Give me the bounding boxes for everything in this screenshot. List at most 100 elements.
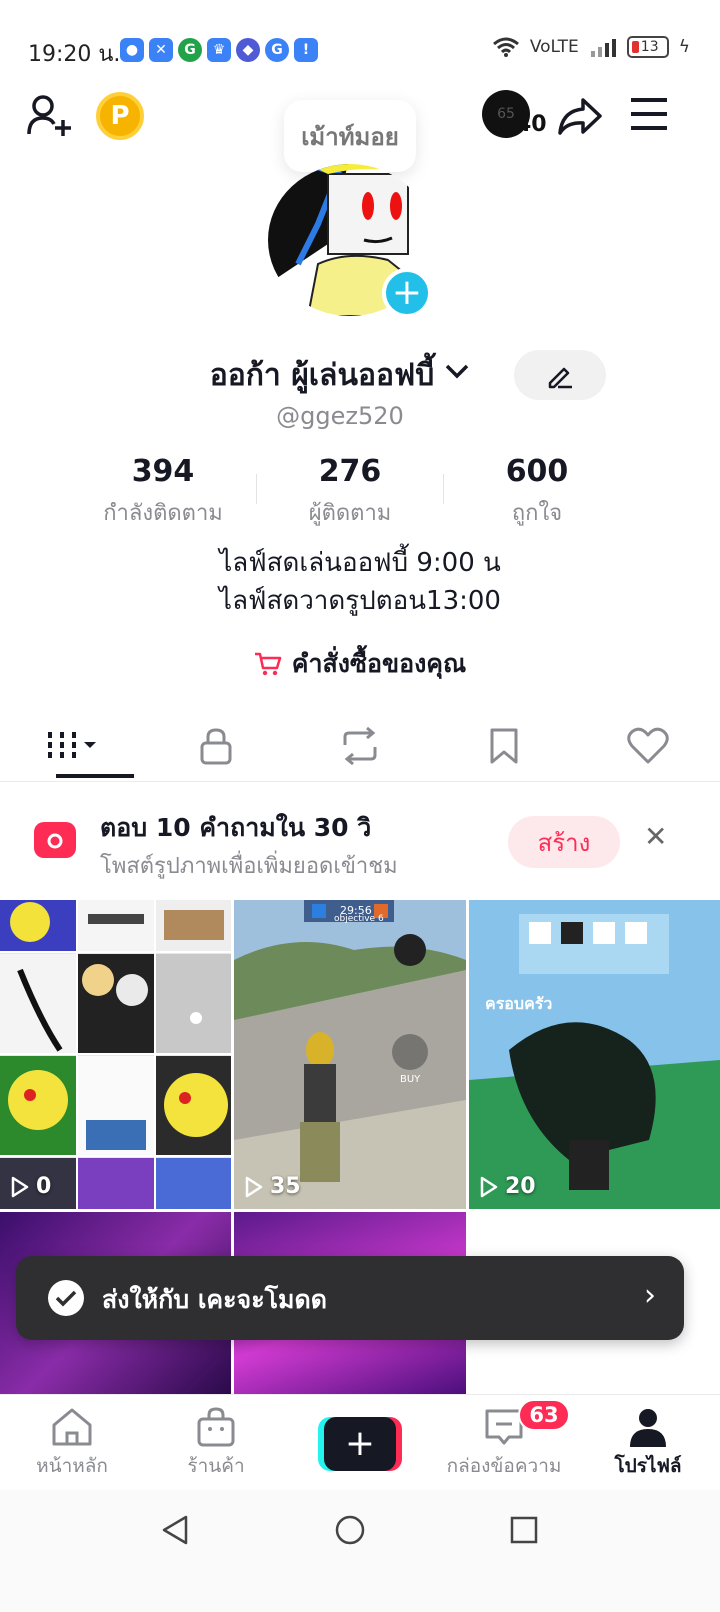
notification-icons: ● ✕ G ♛ ◆ G ! bbox=[120, 38, 318, 62]
repost-icon bbox=[343, 726, 377, 765]
visitor-count: 40 bbox=[516, 112, 547, 137]
play-icon bbox=[480, 1176, 498, 1197]
nav-create[interactable]: + bbox=[288, 1395, 432, 1490]
tab-favorites[interactable] bbox=[432, 710, 576, 781]
view-count-value: 20 bbox=[505, 1174, 536, 1199]
roblox-thumbnail-image bbox=[469, 900, 720, 1209]
display-name: ออก้า ผู้เล่นออฟบี้ bbox=[209, 358, 435, 393]
thumbnail-overlay-text: ครอบครัว bbox=[485, 994, 553, 1013]
profile-bio[interactable]: ไลฟ์สดเล่นออฟบี้ 9:00 น ไลฟ์สดวาดรูปตอน1… bbox=[0, 544, 720, 620]
check-circle-icon bbox=[48, 1280, 84, 1316]
close-icon[interactable]: ✕ bbox=[644, 820, 667, 853]
grid-icon bbox=[48, 731, 96, 760]
google-icon: G bbox=[265, 38, 289, 62]
cart-icon bbox=[254, 652, 282, 676]
home-circle-icon[interactable] bbox=[334, 1514, 366, 1546]
wifi-icon bbox=[492, 37, 519, 57]
menu-button[interactable] bbox=[628, 94, 670, 134]
view-count: 0 bbox=[10, 1174, 51, 1199]
video-thumbnail[interactable]: 29:56 objective 6 BUY 35 bbox=[234, 900, 466, 1209]
stat-label: ถูกใจ bbox=[511, 501, 563, 526]
home-icon bbox=[52, 1408, 92, 1446]
pencil-icon bbox=[548, 367, 572, 389]
nav-shop[interactable]: ร้านค้า bbox=[144, 1395, 288, 1490]
status-bar: 19:20 น. ● ✕ G ♛ ◆ G ! VoLTE 13 ϟ bbox=[0, 0, 720, 80]
video-thumbnail[interactable]: 0 bbox=[0, 900, 231, 1209]
tab-videos[interactable] bbox=[0, 710, 144, 781]
add-story-button[interactable]: + bbox=[382, 268, 432, 318]
photo-challenge-banner[interactable]: ตอบ 10 คำถามใน 30 วิ โพสต์รูปภาพเพื่อเพิ… bbox=[0, 800, 720, 896]
camera-icon bbox=[34, 822, 76, 858]
status-right: VoLTE 13 ϟ bbox=[492, 36, 690, 58]
create-post-button[interactable]: + bbox=[318, 1417, 402, 1471]
coin-button[interactable]: P bbox=[96, 92, 144, 140]
heart-icon bbox=[627, 727, 669, 763]
share-arrow-icon bbox=[558, 98, 602, 135]
chevron-right-icon: › bbox=[644, 1278, 656, 1313]
game-thumbnail-image bbox=[234, 900, 466, 1209]
roblox-icon: ◆ bbox=[236, 38, 260, 62]
tab-liked[interactable] bbox=[576, 710, 720, 781]
chat-app-icon: ● bbox=[120, 38, 144, 62]
status-time: 19:20 น. bbox=[28, 42, 121, 67]
plus-icon: + bbox=[324, 1417, 396, 1471]
collage-thumbnail-image bbox=[0, 900, 231, 1209]
orders-label: คำสั่งซื้อของคุณ bbox=[291, 649, 467, 678]
tab-reposts[interactable] bbox=[288, 710, 432, 781]
nav-home[interactable]: หน้าหลัก bbox=[0, 1395, 144, 1490]
share-button[interactable] bbox=[556, 92, 604, 140]
bookmark-icon bbox=[490, 728, 518, 763]
banner-subtitle: โพสต์รูปภาพเพื่อเพิ่มยอดเข้าชม bbox=[100, 854, 398, 879]
display-name-row[interactable]: ออก้า ผู้เล่นออฟบี้ bbox=[0, 352, 720, 399]
nav-label: ร้านค้า bbox=[187, 1455, 245, 1477]
bottom-navigation: หน้าหลัก ร้านค้า + 63 กล่องข้อความ โปรไฟ… bbox=[0, 1394, 720, 1490]
nav-label: โปรไฟล์ bbox=[614, 1455, 682, 1477]
chevron-down-icon bbox=[446, 364, 469, 379]
stat-following[interactable]: 394 กำลังติดตาม bbox=[70, 454, 256, 530]
username: @ggez520 bbox=[276, 402, 404, 430]
banner-title: ตอบ 10 คำถามใน 30 วิ bbox=[100, 813, 372, 842]
coin-icon: P bbox=[96, 92, 144, 140]
your-orders-link[interactable]: คำสั่งซื้อของคุณ bbox=[0, 644, 720, 684]
lock-icon bbox=[200, 727, 232, 764]
stat-label: ผู้ติดตาม bbox=[308, 501, 392, 526]
play-icon bbox=[245, 1176, 263, 1197]
sent-toast[interactable]: ส่งให้กับ เคะจะโมดด › bbox=[16, 1256, 684, 1340]
view-count-value: 35 bbox=[270, 1174, 301, 1199]
view-count: 20 bbox=[479, 1174, 536, 1199]
bio-line: ไลฟ์สดเล่นออฟบี้ 9:00 น bbox=[219, 548, 501, 578]
profile-visitors-button[interactable]: 65 40 bbox=[482, 90, 547, 140]
game-objective: objective 6 bbox=[334, 914, 384, 924]
toast-message: ส่งให้กับ เคะจะโมดด bbox=[102, 1285, 328, 1314]
stat-likes[interactable]: 600 ถูกใจ bbox=[444, 454, 630, 530]
app-icon: ✕ bbox=[149, 38, 173, 62]
view-count-value: 0 bbox=[36, 1174, 52, 1199]
active-tab-indicator bbox=[56, 774, 134, 778]
battery-level: 13 bbox=[640, 39, 659, 55]
stat-followers[interactable]: 276 ผู้ติดตาม bbox=[257, 454, 443, 530]
nav-profile[interactable]: โปรไฟล์ bbox=[576, 1395, 720, 1490]
create-button[interactable]: สร้าง bbox=[508, 816, 620, 868]
hamburger-menu-icon bbox=[631, 98, 667, 130]
system-navigation-bar bbox=[0, 1490, 720, 1612]
play-icon bbox=[11, 1176, 29, 1197]
tab-private[interactable] bbox=[144, 710, 288, 781]
video-thumbnail[interactable]: ครอบครัว 20 bbox=[469, 900, 720, 1209]
view-count: 35 bbox=[244, 1174, 301, 1199]
stat-label: กำลังติดตาม bbox=[103, 501, 223, 526]
bio-line: ไลฟ์สดวาดรูปตอน13:00 bbox=[219, 586, 501, 616]
network-type: VoLTE bbox=[529, 37, 579, 57]
trophy-icon: ♛ bbox=[207, 38, 231, 62]
plus-icon: + bbox=[391, 272, 423, 313]
edit-profile-button[interactable] bbox=[514, 350, 606, 400]
nickname-bubble[interactable]: เม้าท์มอย bbox=[284, 100, 416, 172]
content-tabs bbox=[0, 710, 720, 782]
stat-value: 394 bbox=[131, 454, 195, 489]
add-friend-button[interactable] bbox=[26, 92, 74, 140]
recents-icon[interactable] bbox=[510, 1516, 538, 1544]
back-icon[interactable] bbox=[160, 1514, 190, 1546]
charging-icon: ϟ bbox=[678, 37, 690, 57]
stat-value: 600 bbox=[505, 454, 569, 489]
nav-inbox[interactable]: 63 กล่องข้อความ bbox=[432, 1395, 576, 1490]
nav-label: กล่องข้อความ bbox=[446, 1455, 562, 1477]
